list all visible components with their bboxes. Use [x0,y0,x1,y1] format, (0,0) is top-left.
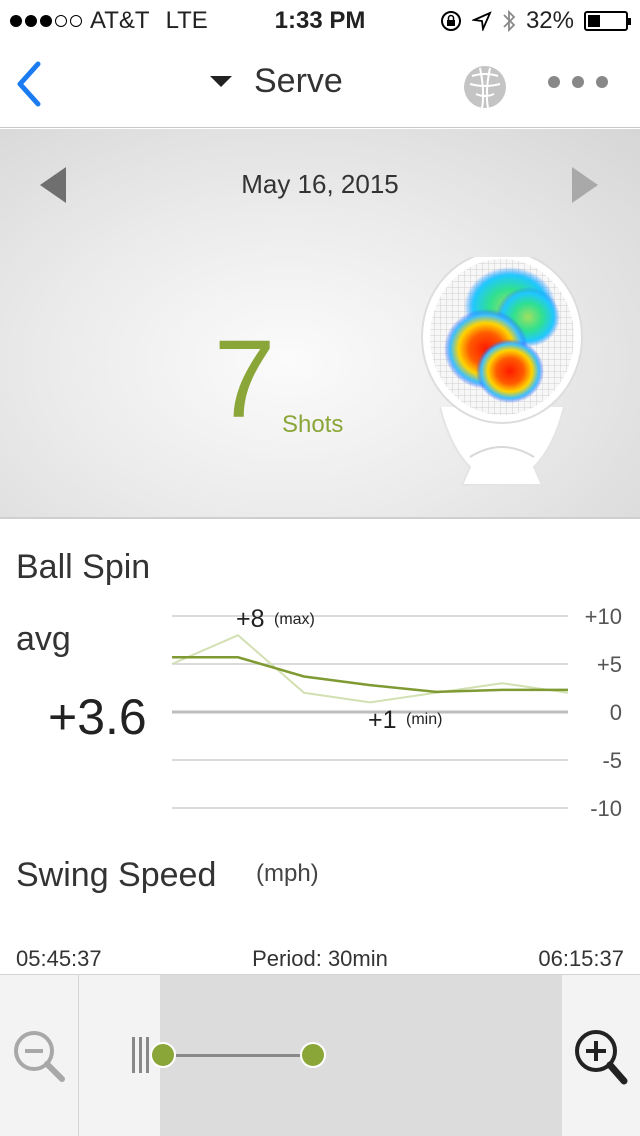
swing-speed-title: Swing Speed [16,856,217,894]
location-icon [471,11,492,31]
racket-heatmap [421,257,583,486]
more-dots-icon[interactable] [548,76,608,88]
max-suffix-label: (max) [274,611,315,628]
spin-shots-line [171,634,569,704]
avg-value: +3.6 [48,689,147,745]
timeline-scrubber [0,974,640,1136]
shot-label: Shots [282,411,344,438]
zoom-in-icon[interactable] [572,1027,628,1087]
ball-spin-chart: +10 +5 0 -5 -10 +8 (max) +1 (min) [171,604,622,821]
max-value-label: +8 [236,605,265,633]
stroke-type-selector[interactable]: Serve [210,62,343,101]
chevron-left-icon[interactable] [12,58,56,110]
racket-icon[interactable] [462,64,508,110]
range-end-knob[interactable] [300,1042,326,1068]
min-value-label: +1 [368,706,397,734]
page-title: Serve [254,62,343,100]
y-tick-label: +10 [585,604,622,629]
zoom-out-icon[interactable] [12,1029,68,1085]
spin-average-line [172,656,568,694]
swing-speed-unit: (mph) [256,860,319,887]
rotation-lock-icon [440,11,461,31]
battery-percent: 32% [525,7,574,34]
y-tick-label: 0 [610,700,622,725]
y-tick-label: -10 [590,796,622,821]
timeline-divider [78,975,79,1136]
shot-count: 7 [214,318,276,441]
y-tick-label: +5 [597,652,622,677]
session-summary: May 16, 2015 7 Shots [0,129,640,519]
range-line [162,1054,314,1057]
nav-bar: Serve [0,40,640,128]
range-start-knob[interactable] [150,1042,176,1068]
timeline-end-time: 06:15:37 [538,946,624,971]
bluetooth-icon [503,9,516,33]
battery-icon [584,11,631,31]
next-date-arrow-icon[interactable] [572,167,598,203]
caret-down-icon [210,76,232,87]
range-drag-handle[interactable] [132,1037,149,1073]
ball-spin-title: Ball Spin [16,548,151,586]
session-date: May 16, 2015 [241,169,399,199]
y-tick-label: -5 [602,748,622,773]
avg-label: avg [16,620,71,658]
status-bar: AT&T LTE 1:33 PM 32% [0,0,640,40]
min-suffix-label: (min) [406,711,442,728]
